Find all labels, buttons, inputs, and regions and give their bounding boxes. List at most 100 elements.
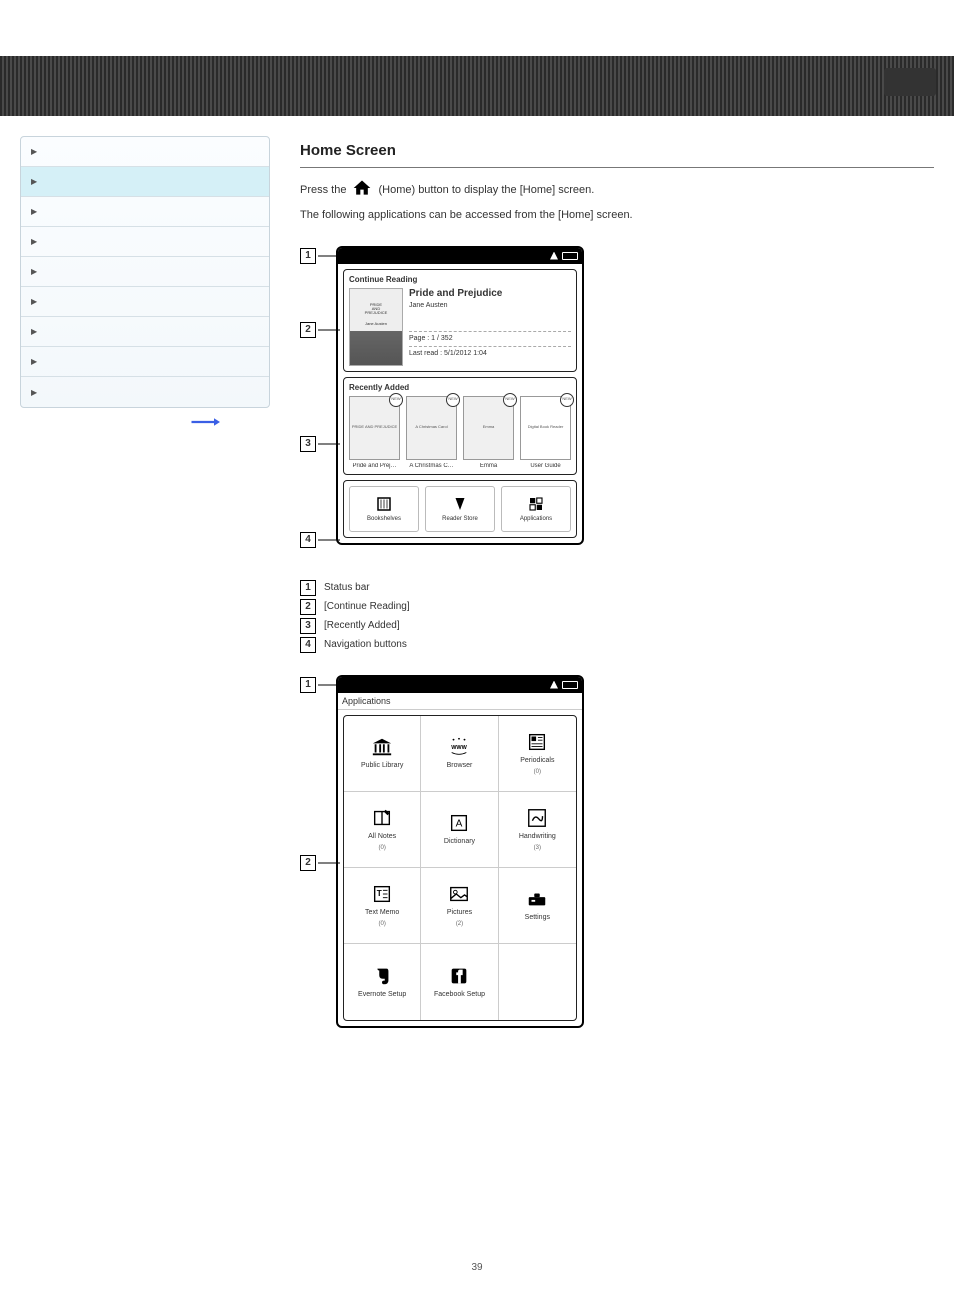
app-handwriting[interactable]: Handwriting (3) [499,792,576,868]
apps-grid-panel: Public Library WWW Browser Periodicals (… [343,715,577,1021]
apps-header: Applications [338,693,582,710]
dictionary-icon: A [447,812,471,834]
chevron-right-icon: ▶ [31,357,37,366]
sidebar-item[interactable]: ▶ [21,167,269,197]
sidebar-item[interactable]: ▶ [21,257,269,287]
pictures-icon [447,883,471,905]
sidebar-nav: ▶ ▶ ▶ ▶ ▶ ▶ ▶ ▶ ▶ [20,136,270,408]
callout-column: 1 2 [300,675,322,1035]
new-badge: NEW [560,393,574,407]
page-number: 39 [0,1262,954,1273]
sidebar-item[interactable]: ▶ [21,317,269,347]
app-periodicals[interactable]: Periodicals (0) [499,716,576,792]
recent-item[interactable]: PRIDE AND PREJUDICENEW Pride and Prej… [349,396,400,469]
app-browser[interactable]: WWW Browser [421,716,498,792]
sidebar-item[interactable]: ▶ [21,227,269,257]
evernote-icon [370,965,394,987]
continue-reading-panel: Continue Reading PRIDE AND PREJUDICE Jan… [343,269,577,372]
annot-num: 2 [300,599,316,615]
library-icon [370,736,394,758]
annot-list: 1Status bar 2[Continue Reading] 3[Recent… [300,580,934,653]
svg-text:A: A [456,819,463,830]
annot-num: 1 [300,580,316,596]
applications-screenshot: Applications Public Library WWW Browser [336,675,584,1028]
facebook-icon [447,965,471,987]
new-badge: NEW [503,393,517,407]
chevron-right-icon: ▶ [31,237,37,246]
intro-prefix: Press the [300,184,346,196]
chevron-right-icon: ▶ [31,388,37,397]
sidebar-item[interactable]: ▶ [21,287,269,317]
book-author: Jane Austen [409,302,571,309]
home-screenshot: Continue Reading PRIDE AND PREJUDICE Jan… [336,246,584,545]
applications-button[interactable]: Applications [501,486,571,532]
annot-num: 4 [300,637,316,653]
sidebar-item[interactable]: ▶ [21,377,269,407]
intro-line: Press the (Home) button to display the [… [300,178,934,201]
header-band [0,56,954,116]
nav-panel: Bookshelves Reader Store Applications [343,480,577,538]
reader-store-icon [451,495,469,513]
sidebar-item[interactable]: ▶ [21,197,269,227]
app-settings[interactable]: Settings [499,868,576,944]
callout-num: 1 [300,248,316,264]
book-cover[interactable]: PRIDE AND PREJUDICE Jane Austen [349,288,403,366]
new-badge: NEW [389,393,403,407]
notes-icon [370,807,394,829]
callout-num: 1 [300,677,316,693]
intro-suffix: (Home) button to display the [Home] scre… [378,184,594,196]
reader-store-button[interactable]: Reader Store [425,486,495,532]
recent-item[interactable]: A Christmas CarolNEW A Christmas C… [406,396,457,469]
intro-para: The following applications can be access… [300,207,934,224]
handwriting-icon [525,807,549,829]
app-public-library[interactable]: Public Library [344,716,421,792]
chevron-right-icon: ▶ [31,327,37,336]
annot-num: 3 [300,618,316,634]
app-facebook[interactable]: Facebook Setup [421,944,498,1020]
panel-header: Continue Reading [349,275,571,284]
recent-item[interactable]: Digital Book ReaderNEW User Guide [520,396,571,469]
textmemo-icon: T [370,883,394,905]
sidebar-item[interactable]: ▶ [21,137,269,167]
battery-icon [562,252,578,260]
callout-num: 2 [300,322,316,338]
recently-added-panel: Recently Added PRIDE AND PREJUDICENEW Pr… [343,377,577,475]
top-badge [884,68,936,96]
applications-icon [527,495,545,513]
periodicals-icon [525,731,549,753]
wifi-icon [550,252,558,260]
svg-text:WWW: WWW [452,745,468,751]
app-pictures[interactable]: Pictures (2) [421,868,498,944]
book-meta: Pride and Prejudice Jane Austen Page : 1… [409,288,571,366]
bookshelves-button[interactable]: Bookshelves [349,486,419,532]
new-badge: NEW [446,393,460,407]
status-bar [338,677,582,693]
app-empty [499,944,576,1020]
return-arrow-icon[interactable] [190,416,220,428]
main-content: Home Screen Press the (Home) button to d… [300,136,934,1035]
app-evernote[interactable]: Evernote Setup [344,944,421,1020]
chevron-right-icon: ▶ [31,177,37,186]
page-label: Page : 1 / 352 [409,335,571,342]
app-text-memo[interactable]: T Text Memo (0) [344,868,421,944]
browser-icon: WWW [447,736,471,758]
status-bar [338,248,582,264]
app-all-notes[interactable]: All Notes (0) [344,792,421,868]
recent-item[interactable]: EmmaNEW Emma [463,396,514,469]
settings-icon [525,888,549,910]
sidebar-item[interactable]: ▶ [21,347,269,377]
chevron-right-icon: ▶ [31,207,37,216]
book-title: Pride and Prejudice [409,288,571,299]
callout-column: 1 2 3 4 [300,246,322,566]
home-icon [352,178,372,201]
section-title: Home Screen [300,142,934,159]
wifi-icon [550,681,558,689]
callout-num: 4 [300,532,316,548]
chevron-right-icon: ▶ [31,297,37,306]
svg-text:T: T [377,889,382,898]
battery-icon [562,681,578,689]
panel-header: Recently Added [349,383,571,392]
app-dictionary[interactable]: A Dictionary [421,792,498,868]
rule [300,167,934,168]
last-read: Last read : 5/1/2012 1:04 [409,350,571,357]
